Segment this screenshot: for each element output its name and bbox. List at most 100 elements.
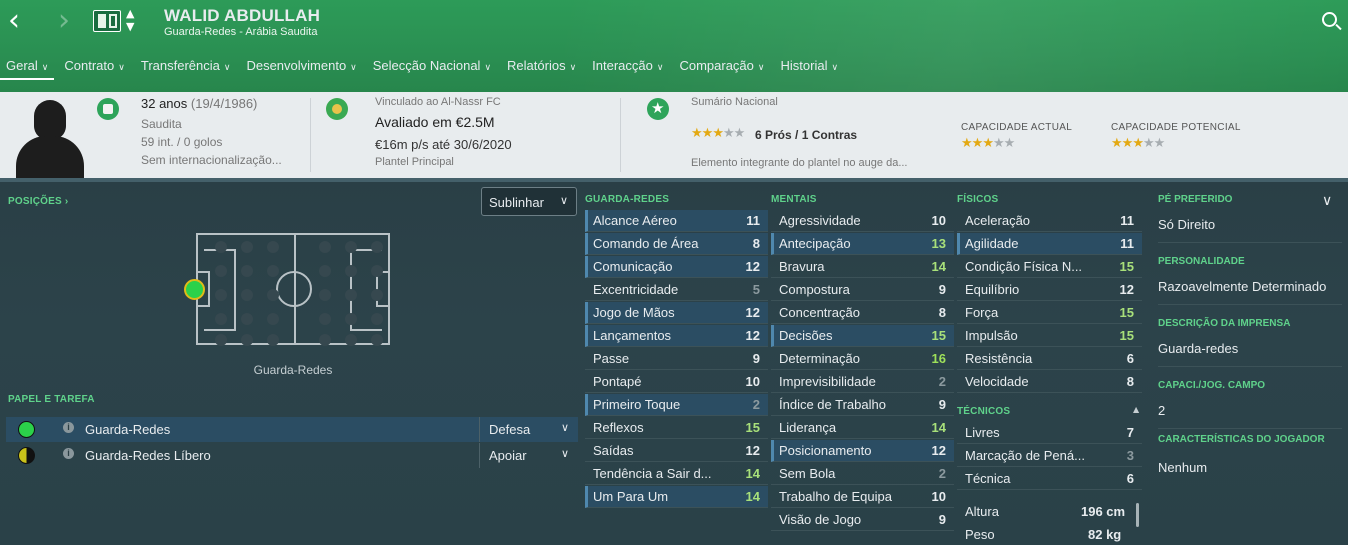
position-slot[interactable] <box>241 265 253 277</box>
attribute-row[interactable]: Visão de Jogo 9 <box>771 509 954 531</box>
attribute-row[interactable]: Determinação 16 <box>771 348 954 370</box>
attribute-row[interactable]: Reflexos 15 <box>585 417 768 439</box>
position-slot[interactable] <box>371 241 383 253</box>
position-slot[interactable] <box>241 289 253 301</box>
chevron-down-icon[interactable]: ∨ <box>1322 193 1332 209</box>
attribute-value: 8 <box>938 305 946 320</box>
position-slot[interactable] <box>241 313 253 325</box>
position-slot[interactable] <box>345 313 357 325</box>
tab-6[interactable]: Interacção ∨ <box>586 56 669 80</box>
tab-7[interactable]: Comparação ∨ <box>673 56 770 80</box>
attribute-row[interactable]: Comunicação 12 <box>585 256 768 278</box>
position-slot[interactable] <box>345 241 357 253</box>
info-icon[interactable]: i <box>63 448 74 459</box>
attribute-row[interactable]: Pontapé 10 <box>585 371 768 393</box>
position-slot[interactable] <box>267 334 279 346</box>
attribute-row[interactable]: Condição Física N... 15 <box>957 256 1142 278</box>
role-row[interactable]: i Guarda-Redes Líbero Apoiar ∨ <box>6 443 578 468</box>
position-slot[interactable] <box>345 334 357 346</box>
info-icon[interactable]: i <box>63 422 74 433</box>
attribute-row[interactable]: Trabalho de Equipa 10 <box>771 486 954 508</box>
search-icon[interactable] <box>1322 12 1337 27</box>
attribute-row[interactable]: Velocidade 8 <box>957 371 1142 393</box>
attribute-row[interactable]: Liderança 14 <box>771 417 954 439</box>
age-line: 32 anos (19/4/1986) <box>141 96 257 111</box>
attribute-row[interactable]: Aceleração 11 <box>957 210 1142 232</box>
attribute-name: Lançamentos <box>593 328 672 343</box>
attribute-row[interactable]: Técnica 6 <box>957 468 1142 490</box>
attribute-row[interactable]: Primeiro Toque 2 <box>585 394 768 416</box>
attribute-row[interactable]: Passe 9 <box>585 348 768 370</box>
position-slot[interactable] <box>371 313 383 325</box>
position-slot[interactable] <box>215 241 227 253</box>
attribute-row[interactable]: Decisões 15 <box>771 325 954 347</box>
position-slot[interactable] <box>371 334 383 346</box>
attribute-row[interactable]: Alcance Aéreo 11 <box>585 210 768 232</box>
attribute-row[interactable]: Excentricidade 5 <box>585 279 768 301</box>
attribute-row[interactable]: Impulsão 15 <box>957 325 1142 347</box>
player-switch-arrows[interactable]: ▲ ▼ <box>126 7 134 33</box>
duty-dropdown[interactable]: Apoiar ∨ <box>479 443 578 468</box>
position-slot[interactable] <box>267 289 279 301</box>
attribute-row[interactable]: Um Para Um 14 <box>585 486 768 508</box>
position-slot[interactable] <box>215 313 227 325</box>
attribute-row[interactable]: Marcação de Pená... 3 <box>957 445 1142 467</box>
position-slot[interactable] <box>319 334 331 346</box>
attribute-name: Determinação <box>779 351 860 366</box>
attribute-row[interactable]: Agressividade 10 <box>771 210 954 232</box>
position-slot[interactable] <box>319 265 331 277</box>
position-slot[interactable] <box>345 289 357 301</box>
position-slot[interactable] <box>267 241 279 253</box>
tab-8[interactable]: Historial ∨ <box>775 56 845 80</box>
attribute-row[interactable]: Força 15 <box>957 302 1142 324</box>
role-row[interactable]: i Guarda-Redes Defesa ∨ <box>6 417 578 442</box>
forward-arrow-icon[interactable]: › <box>58 6 70 36</box>
club-crest-icon[interactable] <box>93 10 121 32</box>
tab-3[interactable]: Desenvolvimento ∨ <box>240 56 362 80</box>
tab-5[interactable]: Relatórios ∨ <box>501 56 582 80</box>
position-slot[interactable] <box>215 334 227 346</box>
tab-0[interactable]: Geral ∨ <box>0 56 55 80</box>
attribute-row[interactable]: Tendência a Sair d... 14 <box>585 463 768 485</box>
attribute-row[interactable]: Compostura 9 <box>771 279 954 301</box>
attribute-row[interactable]: Agilidade 11 <box>957 233 1142 255</box>
position-slot[interactable] <box>267 265 279 277</box>
position-slot[interactable] <box>345 265 357 277</box>
highlight-dropdown[interactable]: Sublinhar ∨ <box>481 187 577 216</box>
attribute-row[interactable]: Concentração 8 <box>771 302 954 324</box>
attribute-row[interactable]: Antecipação 13 <box>771 233 954 255</box>
positions-heading[interactable]: POSIÇÕES › <box>8 196 68 207</box>
attribute-row[interactable]: Resistência 6 <box>957 348 1142 370</box>
position-marker-gk[interactable] <box>184 279 205 300</box>
position-slot[interactable] <box>215 265 227 277</box>
position-slot[interactable] <box>215 289 227 301</box>
attribute-row[interactable]: Lançamentos 12 <box>585 325 768 347</box>
attribute-row[interactable]: Sem Bola 2 <box>771 463 954 485</box>
position-slot[interactable] <box>241 241 253 253</box>
attribute-row[interactable]: Índice de Trabalho 9 <box>771 394 954 416</box>
scrollbar[interactable] <box>1136 503 1139 527</box>
attribute-row[interactable]: Comando de Área 8 <box>585 233 768 255</box>
attribute-value: 15 <box>1119 305 1134 320</box>
position-slot[interactable] <box>319 313 331 325</box>
attribute-row[interactable]: Saídas 12 <box>585 440 768 462</box>
position-slot[interactable] <box>371 265 383 277</box>
position-slot[interactable] <box>267 313 279 325</box>
duty-dropdown[interactable]: Defesa ∨ <box>479 417 578 442</box>
position-slot[interactable] <box>371 289 383 301</box>
attribute-row[interactable]: Imprevisibilidade 2 <box>771 371 954 393</box>
position-slot[interactable] <box>319 241 331 253</box>
tab-4[interactable]: Selecção Nacional ∨ <box>367 56 497 80</box>
attribute-row[interactable]: Posicionamento 12 <box>771 440 954 462</box>
attribute-row[interactable]: Jogo de Mãos 12 <box>585 302 768 324</box>
collapse-arrow-icon[interactable]: ▲ <box>1133 405 1139 414</box>
back-arrow-icon[interactable]: ‹ <box>8 6 20 36</box>
tab-1[interactable]: Contrato ∨ <box>58 56 130 80</box>
position-slot[interactable] <box>319 289 331 301</box>
duty-label: Apoiar <box>489 448 527 463</box>
attribute-row[interactable]: Livres 7 <box>957 422 1142 444</box>
tab-2[interactable]: Transferência ∨ <box>135 56 237 80</box>
position-slot[interactable] <box>241 334 253 346</box>
attribute-row[interactable]: Equilíbrio 12 <box>957 279 1142 301</box>
attribute-row[interactable]: Bravura 14 <box>771 256 954 278</box>
